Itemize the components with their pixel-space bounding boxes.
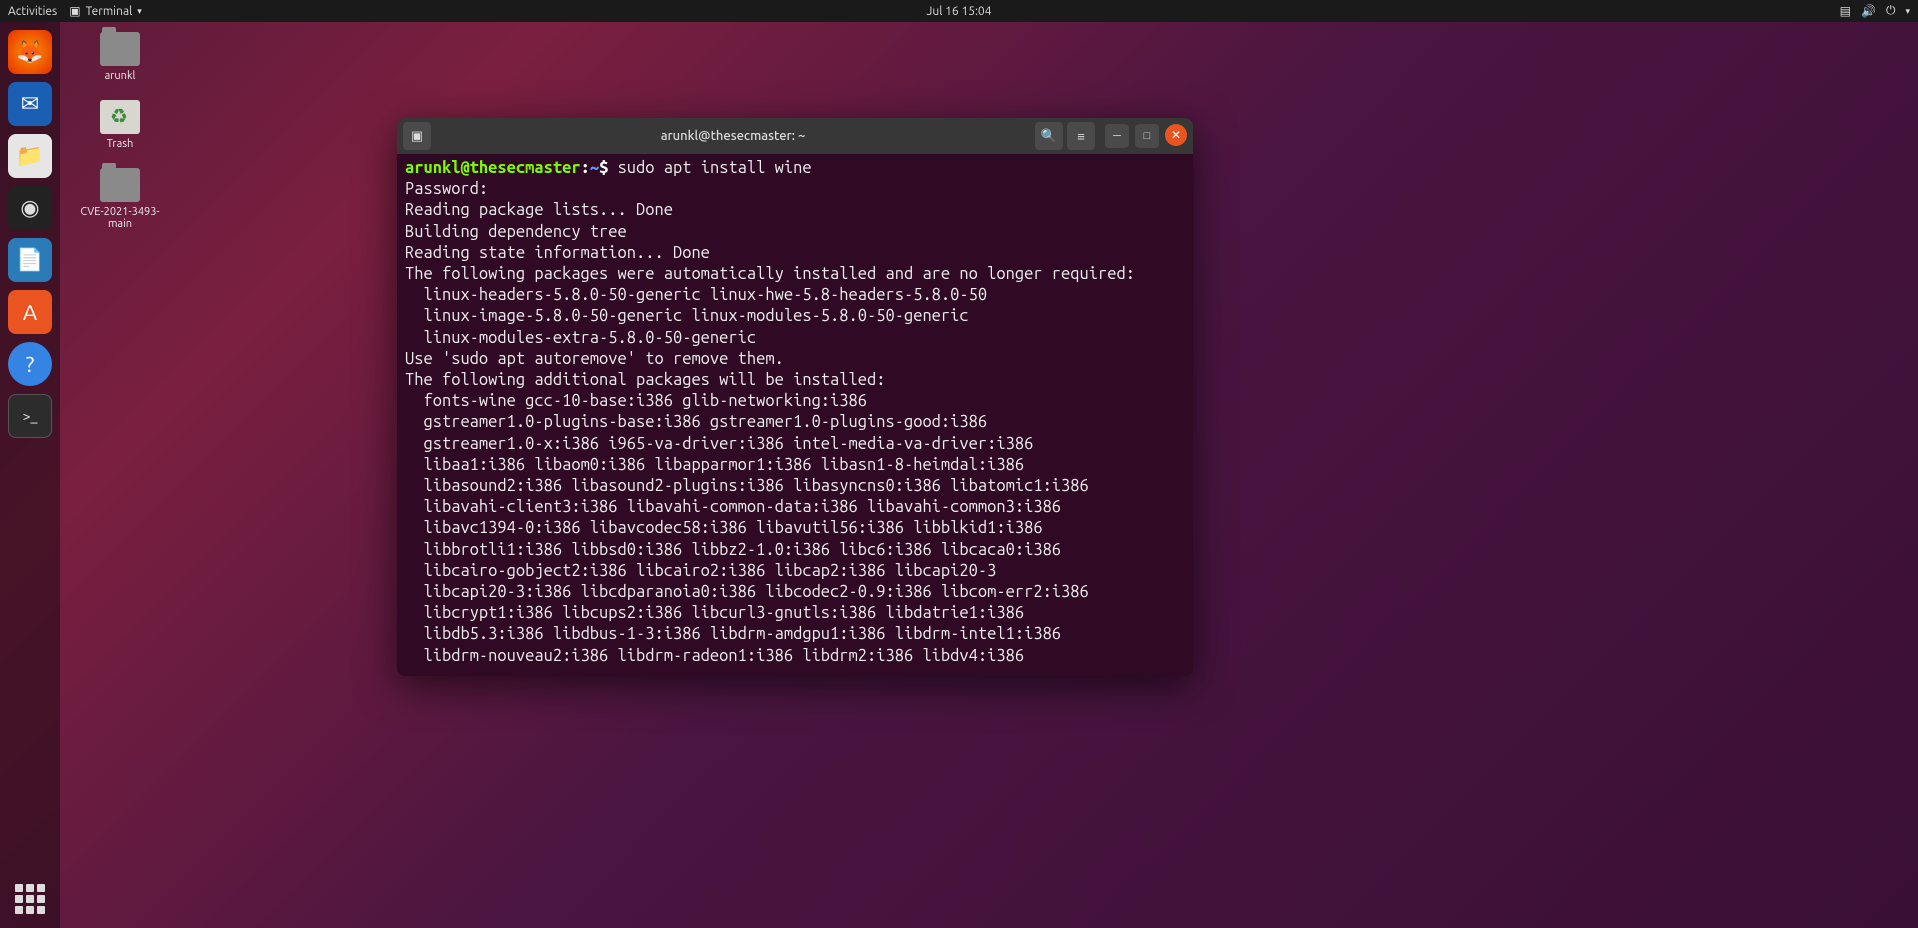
trash-icon: ♻ — [100, 100, 140, 134]
maximize-button[interactable]: □ — [1135, 124, 1159, 148]
dock-software[interactable]: A — [8, 290, 52, 334]
search-icon: 🔍 — [1041, 129, 1057, 144]
dock-files[interactable]: 📁 — [8, 134, 52, 178]
dock: 🦊 ✉ 📁 ◉ 📄 A ? >_ — [0, 22, 60, 928]
folder-icon — [100, 168, 140, 202]
hamburger-menu-button[interactable]: ≡ — [1067, 122, 1095, 150]
terminal-icon: ▣ — [69, 4, 80, 18]
chevron-down-icon: ▾ — [137, 6, 142, 17]
desktop-icon-label: Trash — [107, 138, 134, 150]
terminal-window: ▣ arunkl@thesecmaster: ~ 🔍 ≡ ─ □ ✕ arunk… — [397, 118, 1193, 676]
power-icon[interactable]: ⏻ — [1886, 4, 1896, 18]
dock-thunderbird[interactable]: ✉ — [8, 82, 52, 126]
terminal-title: arunkl@thesecmaster: ~ — [435, 129, 1031, 143]
activities-button[interactable]: Activities — [8, 5, 57, 18]
desktop-icons: arunkl ♻ Trash CVE-2021-3493-main — [80, 32, 160, 230]
desktop-icon-cve[interactable]: CVE-2021-3493-main — [80, 168, 160, 230]
volume-icon[interactable]: 🔊 — [1861, 4, 1876, 18]
desktop-icon-home[interactable]: arunkl — [80, 32, 160, 82]
terminal-titlebar[interactable]: ▣ arunkl@thesecmaster: ~ 🔍 ≡ ─ □ ✕ — [397, 118, 1193, 154]
top-bar: Activities ▣ Terminal ▾ Jul 16 15:04 ▤ 🔊… — [0, 0, 1918, 22]
terminal-body[interactable]: arunkl@thesecmaster:~$ sudo apt install … — [397, 154, 1193, 676]
prompt-sep: : — [581, 159, 590, 177]
desktop-icon-label: arunkl — [105, 70, 136, 82]
desktop-icon-label: CVE-2021-3493-main — [80, 206, 160, 230]
show-applications-button[interactable] — [15, 884, 45, 914]
new-tab-button[interactable]: ▣ — [403, 122, 431, 150]
dock-help[interactable]: ? — [8, 342, 52, 386]
chevron-down-icon[interactable]: ▾ — [1905, 6, 1910, 17]
prompt-user: arunkl@thesecmaster — [405, 159, 581, 177]
prompt-path: ~ — [590, 159, 599, 177]
prompt-line: arunkl@thesecmaster:~$ sudo apt install … — [405, 158, 1185, 179]
desktop-icon-trash[interactable]: ♻ Trash — [80, 100, 160, 150]
minimize-button[interactable]: ─ — [1105, 124, 1129, 148]
dock-firefox[interactable]: 🦊 — [8, 30, 52, 74]
search-button[interactable]: 🔍 — [1035, 122, 1063, 150]
dock-terminal[interactable]: >_ — [8, 394, 52, 438]
hamburger-icon: ≡ — [1077, 129, 1085, 144]
dock-writer[interactable]: 📄 — [8, 238, 52, 282]
app-menu-label: Terminal — [86, 5, 133, 18]
folder-icon — [100, 32, 140, 66]
datetime-label[interactable]: Jul 16 15:04 — [927, 5, 992, 18]
terminal-output: Password: Reading package lists... Done … — [405, 179, 1185, 667]
command-text: sudo apt install wine — [618, 159, 812, 177]
app-menu[interactable]: ▣ Terminal ▾ — [69, 4, 142, 18]
network-icon[interactable]: ▤ — [1840, 4, 1851, 18]
close-button[interactable]: ✕ — [1165, 124, 1187, 146]
prompt-sym: $ — [599, 159, 608, 177]
dock-rhythmbox[interactable]: ◉ — [8, 186, 52, 230]
